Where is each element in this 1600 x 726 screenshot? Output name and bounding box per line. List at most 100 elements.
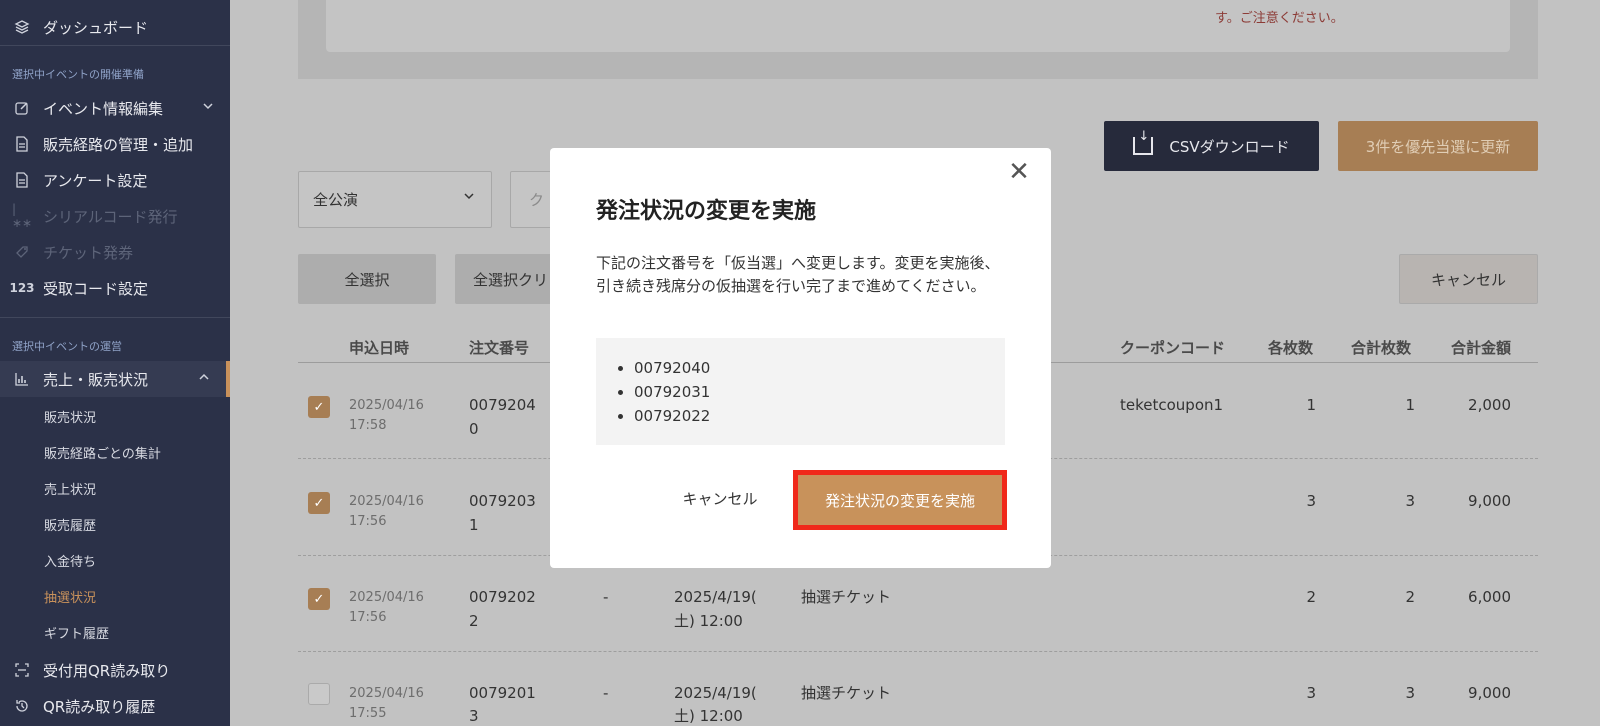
dialog-cancel-button[interactable]: キャンセル: [670, 478, 770, 518]
sidebar-item-label: 受付用QR読み取り: [43, 661, 171, 680]
sidebar-item-qr-reception[interactable]: 受付用QR読み取り: [0, 652, 230, 688]
application-time: 17:56: [349, 610, 387, 625]
chevron-up-icon[interactable]: [198, 371, 210, 386]
sidebar-item-label: QR読み取り履歴: [43, 697, 156, 716]
total-quantity: 1: [1405, 396, 1415, 414]
csv-download-label: CSVダウンロード: [1169, 137, 1290, 156]
qr-scan-icon: [13, 661, 31, 679]
chevron-down-icon[interactable]: [202, 100, 214, 115]
section-label-operation: 選択中イベントの運営: [12, 340, 122, 353]
document-icon: [13, 171, 31, 189]
dialog-confirm-button[interactable]: 発注状況の変更を実施: [793, 470, 1007, 530]
coupon-code: teketcoupon1: [1120, 396, 1224, 414]
history-icon: [13, 697, 31, 715]
sidebar-item-pickup-code[interactable]: 123 受取コード設定: [0, 270, 230, 306]
application-date: 2025/04/16: [349, 590, 424, 605]
order-number-cont: 1: [469, 516, 479, 534]
each-quantity: 2: [1306, 588, 1316, 606]
divider: [0, 317, 230, 318]
sidebar-subitem-sales-history[interactable]: 販売履歴: [44, 515, 96, 534]
column-header-each-quantity: 各枚数: [1268, 339, 1314, 357]
total-amount: 9,000: [1468, 492, 1511, 510]
application-date: 2025/04/16: [349, 398, 424, 413]
sidebar-item-label: ダッシュボード: [43, 18, 149, 37]
sidebar-item-qr-history[interactable]: QR読み取り履歴: [0, 688, 230, 724]
application-time: 17:58: [349, 418, 387, 433]
dialog-description: 下記の注文番号を「仮当選」へ変更します。変更を実施後、引き続き残席分の仮抽選を行…: [596, 254, 1000, 295]
csv-download-button[interactable]: CSVダウンロード: [1104, 121, 1319, 171]
sidebar-item-event-edit[interactable]: イベント情報編集: [0, 90, 230, 126]
divider: [0, 45, 230, 46]
sidebar-subitem-channel-summary[interactable]: 販売経路ごとの集計: [44, 443, 161, 462]
serial-code-icon: |∗∗: [11, 202, 33, 230]
application-date: 2025/04/16: [349, 494, 424, 509]
dash-cell: -: [603, 588, 609, 606]
sidebar-subitem-lottery-status[interactable]: 抽選状況: [44, 587, 96, 606]
ticket-type: 抽選チケット: [801, 588, 892, 606]
each-quantity: 1: [1306, 396, 1316, 414]
sidebar-item-label: チケット発券: [43, 243, 134, 262]
order-number-list-box: 00792040 00792031 00792022: [596, 338, 1005, 445]
performance-time: 土) 12:00: [674, 612, 743, 630]
bar-chart-icon: [13, 370, 31, 388]
warning-text: す。ご注意ください。: [1215, 11, 1344, 26]
confirm-status-change-dialog: ✕ 発注状況の変更を実施 下記の注文番号を「仮当選」へ変更します。変更を実施後、…: [550, 148, 1051, 568]
number-123-icon: 123: [9, 281, 35, 295]
column-header-date: 申込日時: [349, 339, 410, 357]
sidebar-item-label: イベント情報編集: [43, 99, 164, 118]
sidebar-subitem-gift-history[interactable]: ギフト履歴: [44, 623, 109, 642]
application-time: 17:55: [349, 706, 387, 721]
column-header-order-number: 注文番号: [469, 339, 530, 357]
sidebar-item-ticketing: チケット発券: [0, 234, 230, 270]
application-time: 17:56: [349, 514, 387, 529]
order-number-cont: 0: [469, 420, 479, 438]
list-item: 00792022: [634, 404, 710, 428]
sidebar-item-label: シリアルコード発行: [43, 207, 178, 226]
sidebar-item-sales-channel[interactable]: 販売経路の管理・追加: [0, 126, 230, 162]
total-quantity: 2: [1405, 588, 1415, 606]
close-icon[interactable]: ✕: [1005, 157, 1033, 187]
sidebar-subitem-awaiting-payment[interactable]: 入金待ち: [44, 551, 96, 570]
column-header-total-quantity: 合計枚数: [1351, 339, 1412, 357]
order-number: 0079202: [469, 588, 536, 606]
list-item: 00792031: [634, 380, 710, 404]
total-quantity: 3: [1405, 492, 1415, 510]
sidebar-subitem-revenue[interactable]: 売上状況: [44, 479, 96, 498]
edit-icon: [13, 99, 31, 117]
sidebar-item-label: 販売経路の管理・追加: [43, 135, 194, 154]
select-all-button[interactable]: 全選択: [298, 254, 436, 304]
total-amount: 6,000: [1468, 588, 1511, 606]
row-checkbox[interactable]: ✓: [308, 396, 330, 418]
order-number: 0079203: [469, 492, 536, 510]
column-header-total-amount: 合計金額: [1451, 339, 1512, 357]
ticket-icon: [13, 243, 31, 261]
download-icon: [1133, 129, 1154, 155]
section-label-preparation: 選択中イベントの開催準備: [12, 68, 144, 81]
dialog-title: 発注状況の変更を実施: [596, 199, 817, 224]
order-number-cont: 3: [469, 707, 479, 725]
performance-date: 2025/4/19(: [674, 588, 757, 606]
order-number: 0079204: [469, 396, 536, 414]
cancel-button[interactable]: キャンセル: [1399, 254, 1538, 304]
sidebar-item-dashboard[interactable]: ダッシュボード: [0, 9, 230, 45]
list-item: 00792040: [634, 356, 710, 380]
application-date: 2025/04/16: [349, 686, 424, 701]
layers-icon: [13, 18, 31, 36]
row-checkbox[interactable]: [308, 683, 330, 705]
sidebar-subitem-sales-status[interactable]: 販売状況: [44, 407, 96, 426]
order-number: 0079201: [469, 684, 536, 702]
total-quantity: 3: [1405, 684, 1415, 702]
document-icon: [13, 135, 31, 153]
row-checkbox[interactable]: ✓: [308, 588, 330, 610]
chevron-down-icon: [463, 190, 475, 205]
total-amount: 2,000: [1468, 396, 1511, 414]
update-priority-winner-button[interactable]: 3件を優先当選に更新: [1338, 121, 1538, 171]
row-checkbox[interactable]: ✓: [308, 492, 330, 514]
sidebar-item-label: 受取コード設定: [43, 279, 149, 298]
performance-select[interactable]: 全公演: [298, 171, 492, 228]
ticket-type: 抽選チケット: [801, 684, 892, 702]
notice-panel: [298, 0, 1538, 79]
each-quantity: 3: [1306, 492, 1316, 510]
sidebar-item-survey[interactable]: アンケート設定: [0, 162, 230, 198]
sidebar-item-sales-status[interactable]: 売上・販売状況: [0, 361, 230, 397]
